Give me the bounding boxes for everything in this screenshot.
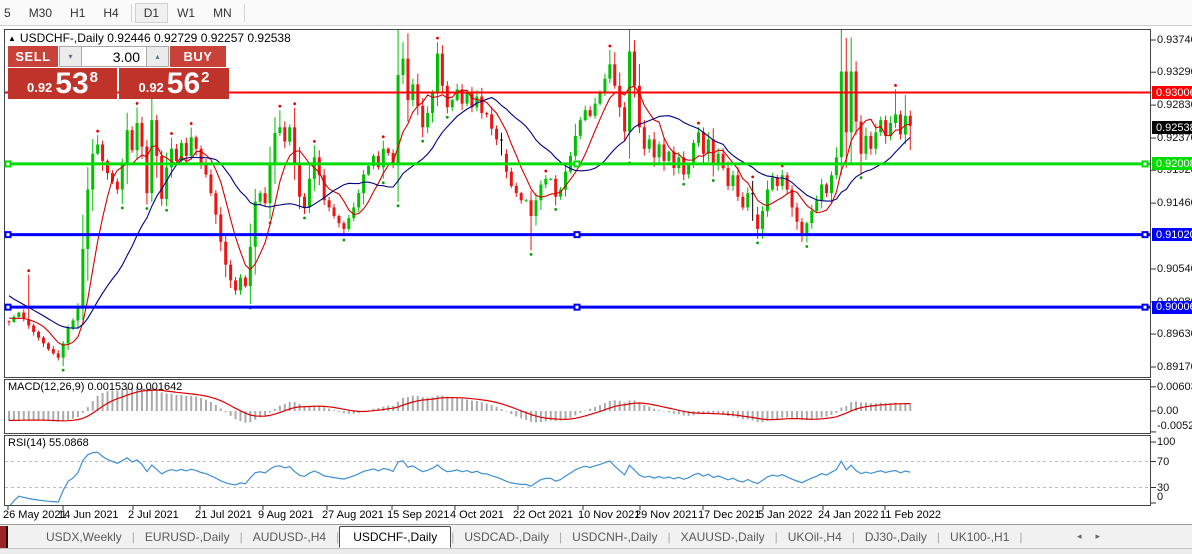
date-axis-label: 15 Sep 2021 [387, 509, 450, 521]
hline-price-label: 0.91020 [1152, 228, 1192, 242]
hline-price-label: 0.90006 [1152, 300, 1192, 314]
buy-button[interactable]: BUY [170, 46, 226, 67]
spin-up-icon: ▴ [155, 52, 160, 61]
sell-button[interactable]: SELL [8, 46, 58, 67]
tab-scroll-nav: ◂▸ [1077, 531, 1114, 542]
rsi-scale-label: 70 [1157, 455, 1170, 468]
macd-scale-label: 0.006038 [1157, 380, 1192, 393]
hline-price-label: 0.93006 [1152, 86, 1192, 100]
spin-down-icon: ▾ [68, 52, 73, 61]
buy-price-pip: 2 [201, 69, 210, 86]
chart-title: ▲ USDCHF-,Daily 0.92446 0.92729 0.92257 0… [8, 31, 291, 45]
price-tick-label: 0.93740 [1157, 34, 1192, 46]
date-axis-label: 29 Nov 2021 [635, 509, 698, 521]
date-axis-label: 9 Aug 2021 [258, 509, 314, 521]
sell-price-prefix: 0.92 [26, 80, 53, 95]
date-axis-label: 14 Jun 2021 [58, 509, 119, 521]
date-axis-label: 11 Feb 2022 [880, 509, 941, 521]
tab-scroll-left-icon[interactable]: ◂ [1077, 531, 1096, 541]
sell-price-main: 53 [55, 67, 89, 100]
price-scale[interactable]: 0.937400.932900.928300.923700.919200.914… [1151, 26, 1192, 506]
volume-field[interactable]: 3.00 [82, 46, 146, 67]
sell-price-pip: 8 [89, 69, 99, 86]
chart-ohlc-values: 0.92446 0.92729 0.92257 0.92538 [107, 31, 291, 45]
date-axis-label: 21 Jul 2021 [195, 509, 252, 521]
hline-price-label: 0.92008 [1152, 157, 1192, 171]
date-axis-label: 5 Jan 2022 [758, 509, 813, 521]
rsi-scale-label: 100 [1157, 436, 1176, 448]
macd-scale-label: 0.00 [1157, 405, 1179, 417]
price-tick-label: 0.89170 [1157, 360, 1192, 373]
date-axis-label: 22 Oct 2021 [513, 509, 573, 521]
price-tick-label: 0.93290 [1157, 66, 1192, 79]
current-price-label: 0.92538 [1152, 121, 1192, 134]
volume-increase-button[interactable]: ▴ [146, 46, 169, 67]
date-axis-label: 24 Jan 2022 [818, 509, 879, 521]
date-axis-label: 10 Nov 2021 [578, 509, 641, 521]
tab-scroll-right-icon[interactable]: ▸ [1095, 531, 1114, 541]
price-tick-label: 0.92830 [1157, 99, 1192, 112]
one-click-trading-panel: SELL ▾ 3.00 ▴ BUY 0.92 53 8 0.92 56 2 [8, 46, 229, 99]
buy-price-button[interactable]: 0.92 56 2 [119, 68, 229, 99]
sell-price-button[interactable]: 0.92 53 8 [8, 68, 117, 99]
collapse-arrow-icon[interactable]: ▲ [8, 34, 16, 43]
volume-decrease-button[interactable]: ▾ [59, 46, 82, 67]
date-axis-label: 2 Jul 2021 [128, 509, 179, 521]
chart-symbol-label: USDCHF-,Daily [19, 31, 104, 45]
rsi-label: RSI(14) 55.0868 [8, 437, 89, 449]
date-axis-label: 17 Dec 2021 [698, 509, 761, 521]
rsi-value: 55.0868 [48, 437, 89, 449]
mt4-window: 5 M30 H1 H4 D1 W1 MN ▲ USDCHF-,Daily 0.92446 0.… [0, 0, 1192, 554]
date-axis-label: 27 Aug 2021 [322, 509, 384, 521]
price-tick-label: 0.91460 [1157, 197, 1192, 210]
buy-price-main: 56 [166, 67, 201, 100]
date-axis-label: 4 Oct 2021 [450, 509, 504, 521]
price-tick-label: 0.89630 [1157, 328, 1192, 341]
macd-label: MACD(12,26,9) 0.001530 0.001642 [8, 381, 183, 393]
macd-values: 0.001530 0.001642 [87, 381, 183, 393]
buy-price-prefix: 0.92 [138, 80, 164, 95]
price-tick-label: 0.90540 [1157, 262, 1192, 275]
rsi-scale-label: 0 [1157, 491, 1164, 503]
macd-scale-label: -0.005228 [1157, 420, 1192, 432]
